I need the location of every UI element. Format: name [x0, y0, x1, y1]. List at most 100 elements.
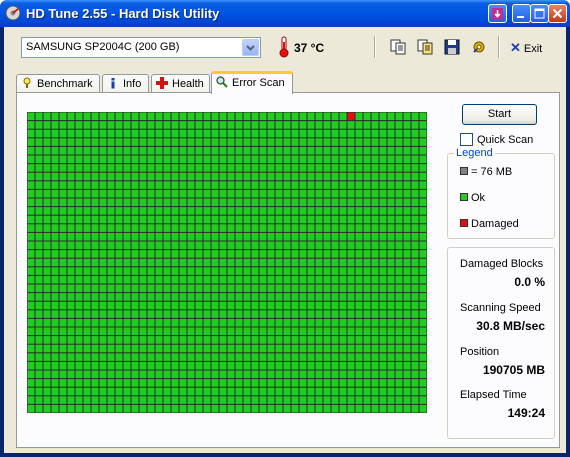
ok-block [331, 189, 339, 198]
ok-block [123, 318, 131, 327]
ok-block [171, 284, 179, 293]
ok-block [299, 284, 307, 293]
ok-block [171, 207, 179, 215]
ok-block [307, 172, 315, 181]
ok-block [259, 301, 267, 310]
ok-block [171, 146, 179, 155]
ok-block [259, 146, 267, 155]
ok-block [267, 215, 275, 224]
maximize-button[interactable] [530, 4, 549, 23]
ok-block [195, 310, 203, 318]
options-icon[interactable] [471, 39, 487, 55]
ok-block [171, 181, 179, 189]
minimize-button[interactable] [512, 4, 531, 23]
tab-info[interactable]: Info [102, 74, 149, 93]
ok-block [387, 215, 395, 224]
ok-block [171, 396, 179, 404]
ok-block [99, 138, 107, 146]
tab-error-scan[interactable]: Error Scan [211, 71, 293, 94]
ok-block [131, 198, 139, 207]
ok-block [419, 370, 427, 379]
down-arrow-button[interactable] [488, 4, 507, 23]
ok-block [275, 250, 283, 258]
ok-block [331, 129, 339, 138]
ok-block [187, 258, 195, 267]
ok-block [163, 396, 171, 404]
ok-block [35, 370, 43, 379]
tab-health[interactable]: Health [151, 74, 210, 93]
ok-block [243, 387, 251, 396]
ok-block [323, 198, 331, 207]
ok-block [331, 275, 339, 284]
ok-block [419, 267, 427, 275]
ok-block [283, 344, 291, 353]
close-button[interactable] [548, 4, 567, 23]
ok-block [323, 121, 331, 129]
ok-block [267, 138, 275, 146]
ok-block [387, 198, 395, 207]
ok-block [387, 181, 395, 189]
ok-block [331, 172, 339, 181]
ok-block [259, 284, 267, 293]
ok-block [51, 258, 59, 267]
quick-scan-checkbox[interactable] [460, 133, 473, 146]
ok-block [371, 121, 379, 129]
dropdown-arrow-icon[interactable] [242, 39, 259, 56]
ok-block [371, 318, 379, 327]
ok-block [403, 164, 411, 172]
ok-block [291, 404, 299, 413]
ok-block [211, 215, 219, 224]
ok-block [331, 387, 339, 396]
ok-block [203, 250, 211, 258]
ok-block [139, 155, 147, 164]
ok-block [211, 387, 219, 396]
ok-block [219, 361, 227, 370]
ok-block [267, 207, 275, 215]
ok-block [307, 275, 315, 284]
drive-select[interactable]: SAMSUNG SP2004C (200 GB) [21, 37, 261, 58]
ok-block [27, 138, 35, 146]
ok-block [251, 172, 259, 181]
ok-block [27, 336, 35, 344]
legend-label: = 76 MB [471, 166, 513, 178]
quick-scan-option[interactable]: Quick Scan [460, 133, 533, 146]
ok-block [323, 172, 331, 181]
ok-block [275, 138, 283, 146]
ok-block [403, 207, 411, 215]
ok-block [163, 327, 171, 336]
ok-block [355, 112, 363, 121]
ok-block [379, 198, 387, 207]
ok-block [195, 387, 203, 396]
ok-block [403, 404, 411, 413]
save-icon[interactable] [444, 39, 460, 55]
ok-block [195, 215, 203, 224]
ok-block [411, 181, 419, 189]
ok-block [379, 224, 387, 232]
ok-block [299, 353, 307, 361]
title-bar[interactable]: HD Tune 2.55 - Hard Disk Utility [0, 0, 570, 27]
ok-block [147, 379, 155, 387]
ok-block [387, 258, 395, 267]
ok-block [267, 318, 275, 327]
ok-block [275, 258, 283, 267]
ok-block [35, 121, 43, 129]
ok-block [99, 224, 107, 232]
ok-block [227, 267, 235, 275]
copy-text-icon[interactable] [390, 39, 406, 55]
ok-block [195, 172, 203, 181]
ok-block [43, 387, 51, 396]
ok-block [107, 301, 115, 310]
ok-block [203, 215, 211, 224]
exit-button[interactable]: ✕ Exit [510, 40, 542, 56]
ok-block [363, 361, 371, 370]
ok-block [147, 396, 155, 404]
copy-all-icon[interactable] [417, 39, 433, 55]
ok-block [419, 198, 427, 207]
start-button[interactable]: Start [462, 104, 537, 125]
ok-block [43, 267, 51, 275]
ok-block [219, 336, 227, 344]
ok-block [83, 215, 91, 224]
ok-block [75, 215, 83, 224]
tab-benchmark[interactable]: Benchmark [16, 74, 100, 93]
ok-block [131, 181, 139, 189]
